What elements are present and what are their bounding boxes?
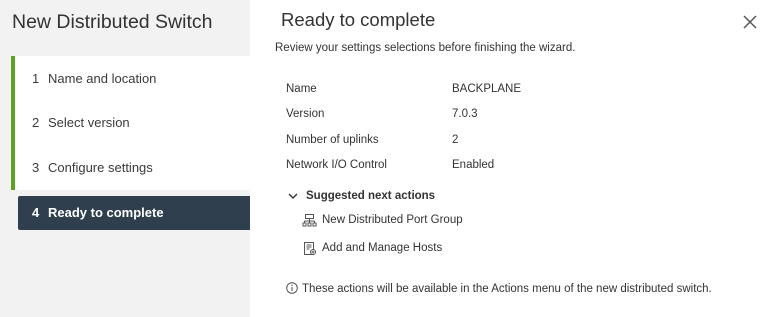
summary-value: 7.0.3 (452, 108, 478, 121)
action-label: New Distributed Port Group (322, 214, 463, 226)
wizard-steps: 1 Name and location 2 Select version 3 C… (11, 56, 250, 230)
summary-row-name: Name BACKPLANE (286, 76, 521, 102)
step-ready-to-complete[interactable]: 4 Ready to complete (18, 195, 250, 230)
note-text: These actions will be available in the A… (302, 283, 712, 295)
summary-row-uplinks: Number of uplinks 2 (286, 127, 521, 153)
page-subtitle: Review your settings selections before f… (275, 42, 576, 54)
manage-hosts-icon (304, 241, 316, 255)
new-distributed-switch-wizard: New Distributed Switch 1 Name and locati… (0, 0, 768, 317)
step-label: Ready to complete (48, 205, 164, 220)
step-label: Select version (48, 115, 130, 131)
page-title: Ready to complete (281, 9, 436, 30)
step-number: 4 (32, 205, 40, 220)
step-number: 2 (32, 115, 40, 131)
summary-row-version: Version 7.0.3 (286, 102, 521, 128)
step-number: 3 (32, 159, 40, 175)
summary-value: 2 (452, 133, 459, 146)
suggested-next-actions: Suggested next actions New Distributed P… (286, 186, 756, 262)
summary-label: Number of uplinks (286, 133, 379, 146)
step-configure-settings[interactable]: 3 Configure settings (11, 145, 250, 190)
step-label: Configure settings (48, 159, 153, 175)
step-select-version[interactable]: 2 Select version (11, 100, 250, 145)
summary-value: BACKPLANE (452, 82, 522, 95)
step-number: 1 (32, 70, 40, 86)
summary-row-network-io-control: Network I/O Control Enabled (286, 153, 521, 179)
actions-menu-note: These actions will be available in the A… (286, 282, 736, 297)
new-distributed-port-group-link[interactable]: New Distributed Port Group (302, 206, 756, 234)
action-label: Add and Manage Hosts (322, 242, 443, 254)
summary-value: Enabled (452, 159, 495, 172)
summary-label: Network I/O Control (286, 159, 387, 172)
add-and-manage-hosts-link[interactable]: Add and Manage Hosts (302, 234, 756, 262)
wizard-content: Ready to complete Review your settings s… (250, 0, 768, 317)
suggested-actions-header: Suggested next actions (306, 190, 436, 202)
summary-label: Version (286, 108, 325, 121)
suggested-actions-toggle[interactable]: Suggested next actions (286, 186, 756, 206)
step-label: Name and location (48, 70, 157, 86)
close-icon (743, 15, 757, 29)
wizard-title: New Distributed Switch (12, 11, 213, 33)
info-icon (286, 282, 298, 294)
wizard-sidebar: New Distributed Switch 1 Name and locati… (0, 0, 250, 317)
step-name-and-location[interactable]: 1 Name and location (11, 56, 250, 101)
close-button[interactable] (741, 13, 759, 31)
chevron-down-icon (288, 193, 298, 199)
summary-label: Name (286, 82, 317, 95)
port-group-icon (302, 213, 317, 226)
settings-summary: Name BACKPLANE Version 7.0.3 Number of u… (286, 76, 521, 178)
